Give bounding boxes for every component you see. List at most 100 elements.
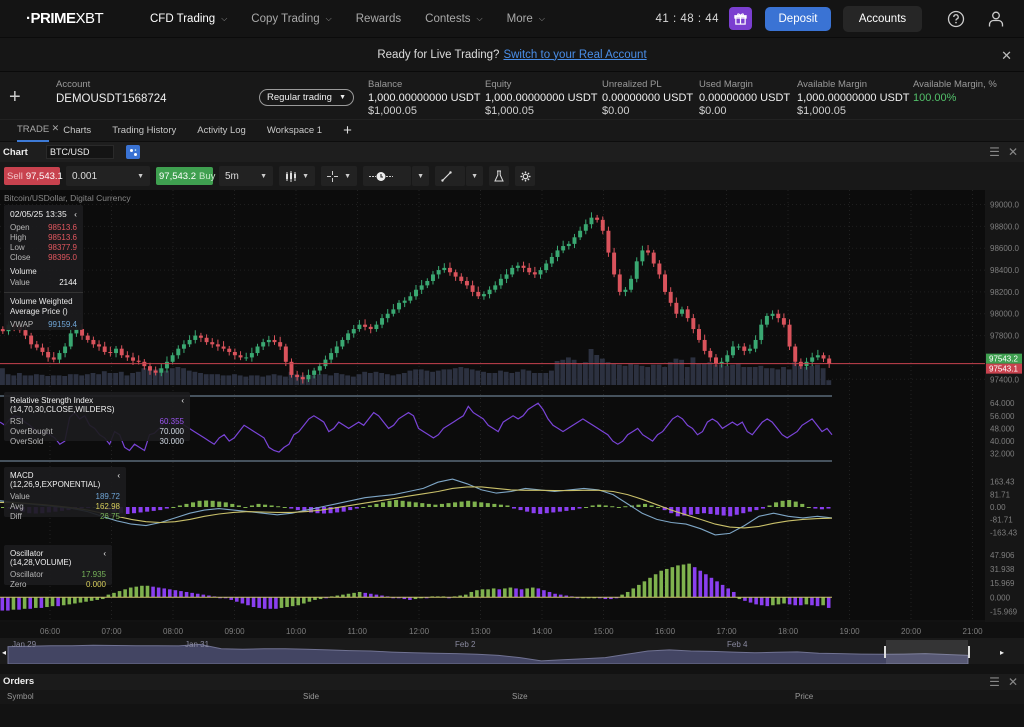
volume-bar (577, 363, 583, 385)
candle-body (278, 342, 283, 347)
close-tab-icon[interactable]: ✕ (52, 123, 60, 134)
price-tick-label: 98800.0 (990, 222, 1019, 231)
tab-trade[interactable]: TRADE ✕ (17, 120, 59, 142)
candle-body (193, 335, 198, 340)
volume-bar (673, 358, 679, 385)
nav-item-rewards[interactable]: Rewards (356, 13, 401, 25)
timeline-select[interactable] (363, 166, 411, 186)
oscillator-bar (715, 581, 719, 598)
time-tick-label: 18:00 (778, 627, 799, 636)
candle-body (340, 339, 345, 347)
candle-body (380, 318, 385, 325)
profile-button[interactable] (984, 7, 1008, 31)
oscillator-bar (274, 597, 278, 609)
switch-real-account-link[interactable]: Switch to your Real Account (503, 49, 646, 61)
timeline-dropdown[interactable]: ▼ (412, 166, 429, 186)
candle-body (153, 370, 158, 373)
help-button[interactable] (944, 7, 968, 31)
candle-body (595, 217, 600, 220)
candle-body (46, 351, 51, 358)
volume-bar (73, 374, 79, 385)
tab-workspace-1[interactable]: Workspace 1 (267, 120, 322, 142)
collapse-icon[interactable]: ‹ (74, 209, 77, 219)
oscillator-bar (536, 588, 541, 598)
candle-body (204, 337, 209, 343)
macd-histogram-bar (374, 503, 379, 507)
nav-item-copy-trading[interactable]: Copy Trading ⌵ (251, 13, 331, 25)
candle-body (538, 270, 543, 275)
candle-body (589, 217, 594, 225)
candle-body (80, 329, 85, 336)
volume-bar (464, 368, 469, 385)
gift-button[interactable] (729, 7, 752, 30)
chart-type-select[interactable]: ▼ (279, 166, 315, 186)
interval-select[interactable]: 5m ▼ (219, 166, 273, 186)
symbol-input[interactable]: BTC/USD (46, 145, 114, 159)
volume-bar (226, 375, 232, 385)
macd-histogram-bar (826, 507, 831, 509)
tab-activity-log[interactable]: Activity Log (197, 120, 246, 142)
oscillator-bar (268, 597, 273, 609)
column-symbol[interactable]: Symbol (7, 692, 34, 701)
volume-bar (741, 367, 747, 385)
menu-icon[interactable]: ☰ (989, 145, 1000, 159)
tab-charts[interactable]: Charts (63, 120, 91, 142)
chart-area[interactable]: 99000.0 98800.0 98600.0 98400.0 98200.0 98000… (0, 190, 1024, 664)
buy-button[interactable]: 97,543.2 Buy (156, 167, 215, 185)
close-panel-icon[interactable]: ✕ (1008, 145, 1018, 159)
navigator-date-label: Jan 29 (12, 640, 37, 649)
column-price[interactable]: Price (795, 692, 813, 701)
close-panel-icon[interactable]: ✕ (1008, 675, 1018, 689)
flask-icon (494, 170, 504, 182)
draw-tool-dropdown[interactable]: ▼ (466, 166, 483, 186)
oscillator-bar (0, 597, 5, 611)
deposit-button[interactable]: Deposit (765, 6, 831, 31)
nav-item-contests[interactable]: Contests ⌵ (425, 13, 482, 25)
column-side[interactable]: Side (303, 692, 319, 701)
volume-bar (656, 364, 662, 385)
oscillator-bar (257, 597, 261, 608)
volume-bar (164, 370, 169, 385)
trading-mode-select[interactable]: Regular trading ▼ (259, 89, 354, 106)
studies-button[interactable] (489, 166, 509, 186)
sell-button[interactable]: Sell 97,543.1 (4, 167, 63, 185)
oscillator-bar (653, 574, 658, 598)
oscillator-bar (262, 597, 267, 609)
macd-histogram-bar (223, 502, 228, 507)
collapse-icon[interactable]: ‹ (103, 549, 106, 567)
macd-histogram-bar (230, 503, 235, 507)
tab-trading-history[interactable]: Trading History (112, 120, 176, 142)
oscillator-bar (151, 586, 155, 598)
nav-item-cfd-trading[interactable]: CFD Trading ⌵ (150, 13, 227, 25)
volume-bar (718, 364, 724, 385)
chart-settings-button[interactable] (515, 166, 535, 186)
accounts-button[interactable]: Accounts (843, 5, 922, 32)
collapse-icon[interactable]: ‹ (117, 471, 120, 489)
oscillator-bar (89, 597, 94, 601)
oscillator-bar (307, 597, 312, 602)
collapse-icon[interactable]: ‹ (181, 396, 184, 414)
quantity-select[interactable]: 0.001 ▼ (66, 166, 150, 186)
close-icon[interactable]: ✕ (1001, 48, 1012, 64)
oscillator-tick-label: -15.969 (990, 607, 1018, 616)
candle-body (272, 339, 277, 343)
add-tab-icon[interactable]: + (343, 122, 352, 139)
candle-body (481, 294, 486, 297)
crosshair-select[interactable]: ▼ (321, 166, 357, 186)
candle-body (810, 357, 815, 362)
plus-icon[interactable]: + (9, 86, 21, 109)
nav-item-more[interactable]: More ⌵ (507, 13, 545, 25)
macd-histogram-bar (380, 502, 386, 507)
draw-tool-button[interactable] (435, 166, 465, 186)
menu-icon[interactable]: ☰ (989, 675, 1000, 689)
candle-body (170, 355, 175, 362)
compare-symbols-button[interactable] (126, 145, 140, 159)
oscillator-bar (475, 590, 479, 598)
caret-down-icon: ▼ (417, 172, 424, 180)
macd-histogram-bar (754, 507, 759, 511)
brand-logo[interactable]: ·PRIMEXBT (26, 10, 150, 27)
oscillator-bar (637, 584, 641, 598)
column-size[interactable]: Size (512, 692, 528, 701)
candle-body (430, 274, 435, 281)
close-value: 98395.0 (48, 253, 77, 262)
